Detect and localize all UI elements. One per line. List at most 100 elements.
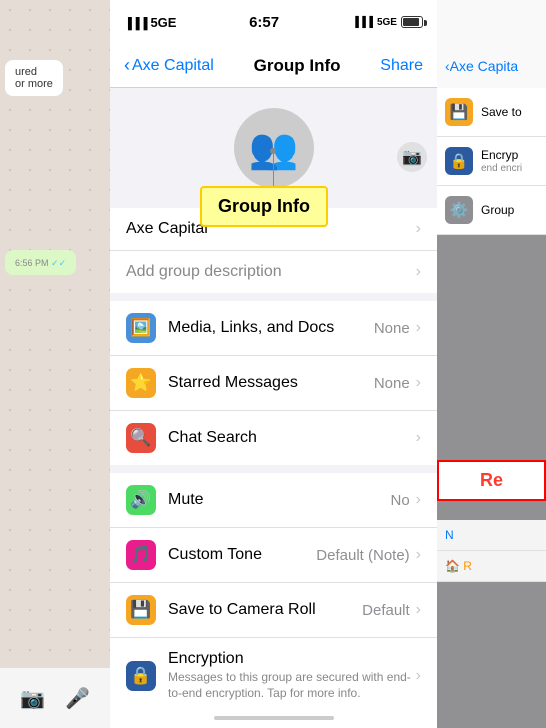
right-save-icon: 💾 [445,98,473,126]
right-menu-items: 💾 Save to 🔒 Encryp end encri ⚙️ Group [437,88,546,235]
navigation-bar: ‹ Axe Capital Group Info Share [110,44,437,88]
right-red-text: Re [480,470,503,490]
item-title: Starred Messages [168,374,374,392]
home-indicator [110,708,437,728]
media-links-docs-item[interactable]: 🖼️ Media, Links, and Docs None › [110,301,437,356]
chevron-icon: › [416,374,421,392]
bubble-subtext: or more [15,78,53,90]
item-value: None [374,375,410,392]
chat-time: 6:56 PM ✓✓ [15,258,66,269]
annotation-line [273,154,274,189]
right-menu-subtitle: end encri [481,163,522,174]
right-item-text: Save to [481,105,522,119]
network-right: 5GE [377,17,397,28]
back-label: Axe Capital [132,57,214,75]
home-bar [214,716,334,720]
section-divider-2 [110,465,437,473]
mute-item[interactable]: 🔊 Mute No › [110,473,437,528]
section-divider-1 [110,293,437,301]
right-back-button[interactable]: ‹ Axe Capita [445,58,518,74]
chevron-left-icon: ‹ [124,55,130,76]
lock-icon: 🔒 [126,661,156,691]
chevron-icon: › [416,601,421,619]
mic-icon[interactable]: 🎤 [65,686,90,711]
battery-icon [401,16,423,28]
camera-edit-badge[interactable]: 📷 [397,142,427,172]
right-gear-icon: ⚙️ [445,196,473,224]
chat-background: ured or more 6:56 PM ✓✓ 📷 🎤 [0,0,110,728]
item-title: Media, Links, and Docs [168,319,374,337]
right-bottom-items: N 🏠 R [437,520,546,582]
right-red-box: Re [437,460,546,501]
chat-bubble-received: ured or more [5,60,63,96]
custom-tone-item[interactable]: 🎵 Custom Tone Default (Note) › [110,528,437,583]
chevron-icon: › [416,546,421,564]
right-menu-title: Encryp [481,148,522,162]
signal-right: ▐▐▐ [352,17,373,28]
search-icon: 🔍 [126,423,156,453]
signal-left: ▐▐▐ 5GE [124,15,176,30]
item-value: Default (Note) [316,547,409,564]
right-panel: ‹ Axe Capita 💾 Save to 🔒 Encryp end encr… [437,0,546,728]
right-item-text: Group [481,203,514,217]
read-receipt-icon: ✓✓ [51,258,66,268]
encryption-item[interactable]: 🔒 Encryption Messages to this group are … [110,638,437,708]
back-button[interactable]: ‹ Axe Capital [124,55,214,76]
right-save-item[interactable]: 💾 Save to [437,88,546,137]
chevron-icon: › [416,263,421,281]
chevron-icon: › [416,491,421,509]
bubble-text: ured [15,66,53,78]
annotation-label: Group Info [218,196,310,216]
right-nav-bar: ‹ Axe Capita [437,0,546,88]
menu-section-1: 🖼️ Media, Links, and Docs None › ⭐ Starr… [110,301,437,465]
save-camera-roll-item[interactable]: 💾 Save to Camera Roll Default › [110,583,437,638]
item-text: Media, Links, and Docs [168,319,374,337]
item-text: Chat Search [168,429,416,447]
annotation-box: Group Info [200,186,328,227]
chat-bottom-bar: 📷 🎤 [0,668,110,728]
chevron-icon: › [416,667,421,685]
media-icon: 🖼️ [126,313,156,343]
add-description-item[interactable]: Add group description › [110,251,437,293]
share-button[interactable]: Share [380,57,423,75]
main-panel: ▐▐▐ 5GE 6:57 ▐▐▐ 5GE ‹ Axe Capital Group… [110,0,437,728]
chat-bubble-sent: 6:56 PM ✓✓ [5,250,76,275]
camera-icon[interactable]: 📷 [20,686,45,711]
item-value: No [390,492,409,509]
item-title: Save to Camera Roll [168,601,362,619]
chevron-icon: › [416,429,421,447]
right-bottom-item-2[interactable]: 🏠 R [437,551,546,582]
status-right-icons: ▐▐▐ 5GE [352,16,423,28]
item-text: Starred Messages [168,374,374,392]
star-icon: ⭐ [126,368,156,398]
starred-messages-item[interactable]: ⭐ Starred Messages None › [110,356,437,411]
item-text: Save to Camera Roll [168,601,362,619]
menu-section-2: 🔊 Mute No › 🎵 Custom Tone Default (Note)… [110,473,437,708]
chevron-icon: › [416,220,421,238]
group-name-text: Axe Capital [126,220,208,238]
add-description-text: Add group description [126,263,282,281]
item-value: None [374,320,410,337]
item-title: Encryption [168,650,416,668]
right-lock-icon: 🔒 [445,147,473,175]
right-back-label: Axe Capita [450,58,518,74]
item-subtitle: Messages to this group are secured with … [168,670,416,701]
mute-icon: 🔊 [126,485,156,515]
status-bar: ▐▐▐ 5GE 6:57 ▐▐▐ 5GE [110,0,437,44]
item-text: Encryption Messages to this group are se… [168,650,416,701]
right-menu-title: Group [481,203,514,217]
right-group-settings-item[interactable]: ⚙️ Group [437,186,546,235]
item-value: Default [362,602,410,619]
right-menu-title: Save to [481,105,522,119]
nav-title: Group Info [254,56,341,76]
save-icon: 💾 [126,595,156,625]
right-item-text: Encryp end encri [481,148,522,174]
chat-search-item[interactable]: 🔍 Chat Search › [110,411,437,465]
right-bottom-item-1[interactable]: N [437,520,546,551]
bars-icon: ▐▐▐ [124,18,150,30]
time-display: 6:57 [249,14,279,31]
music-icon: 🎵 [126,540,156,570]
chevron-icon: › [416,319,421,337]
right-encryption-item[interactable]: 🔒 Encryp end encri [437,137,546,186]
item-text: Mute [168,491,390,509]
